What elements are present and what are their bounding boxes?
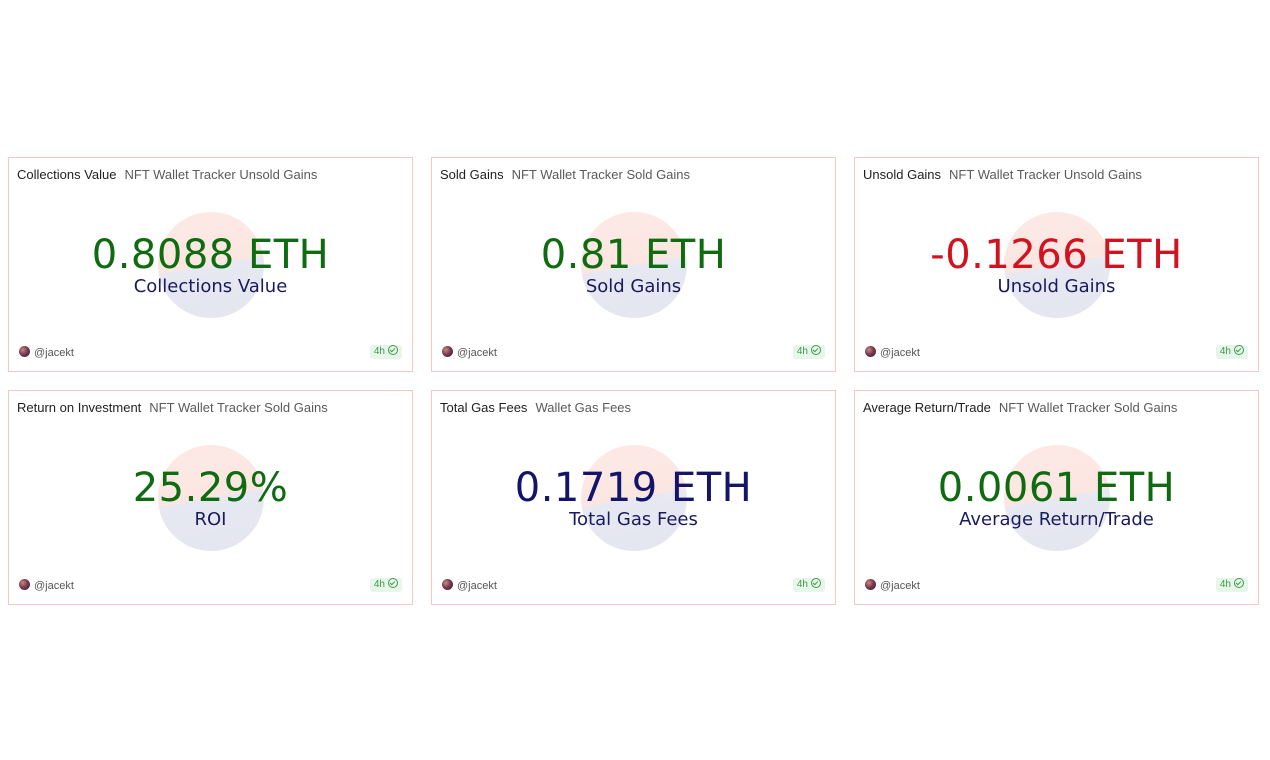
avatar (19, 346, 30, 357)
counter: 25.29% ROI (9, 465, 412, 531)
author-name: @jacekt (880, 347, 920, 359)
counter-value: -0.1266 ETH (930, 232, 1183, 278)
counter: 0.1719 ETH Total Gas Fees (432, 465, 835, 531)
card-footer: @jacekt 4h (19, 345, 402, 361)
card-footer: @jacekt 4h (442, 345, 825, 361)
author-name: @jacekt (34, 580, 74, 592)
counter-value: 0.81 ETH (540, 232, 727, 278)
counter-card-unsold-gains: Unsold Gains NFT Wallet Tracker Unsold Ga… (854, 157, 1259, 372)
card-footer: @jacekt 4h (865, 345, 1248, 361)
card-footer: @jacekt 4h (19, 578, 402, 594)
card-title[interactable]: Average Return/Trade (863, 400, 991, 415)
refresh-age-badge[interactable]: 4h (1215, 345, 1248, 359)
author-link[interactable]: @jacekt (19, 578, 74, 594)
card-title[interactable]: Total Gas Fees (440, 400, 527, 415)
card-title[interactable]: Return on Investment (17, 400, 141, 415)
refresh-age-badge[interactable]: 4h (369, 345, 402, 359)
refresh-age-badge[interactable]: 4h (369, 578, 402, 592)
check-circle-icon (1234, 345, 1244, 355)
author-name: @jacekt (880, 580, 920, 592)
refresh-age-badge[interactable]: 4h (1215, 578, 1248, 592)
counter-label: Collections Value (133, 276, 288, 297)
age-text: 4h (373, 346, 385, 357)
counter-card-roi: Return on Investment NFT Wallet Tracker S… (8, 390, 413, 605)
counter-card-collections-value: Collections Value NFT Wallet Tracker Unso… (8, 157, 413, 372)
counter-value: 25.29% (132, 465, 289, 511)
card-header: Sold Gains NFT Wallet Tracker Sold Gains (440, 167, 827, 183)
avatar (19, 579, 30, 590)
card-title[interactable]: Collections Value (17, 167, 116, 182)
counter-label: ROI (194, 509, 227, 530)
counter-value: 0.1719 ETH (514, 465, 753, 511)
counter-card-sold-gains: Sold Gains NFT Wallet Tracker Sold Gains … (431, 157, 836, 372)
check-circle-icon (811, 578, 821, 588)
avatar (442, 346, 453, 357)
card-subtitle[interactable]: NFT Wallet Tracker Sold Gains (149, 400, 327, 415)
card-footer: @jacekt 4h (442, 578, 825, 594)
card-header: Average Return/Trade NFT Wallet Tracker S… (863, 400, 1250, 416)
counter-card-total-gas-fees: Total Gas Fees Wallet Gas Fees 0.1719 ETH… (431, 390, 836, 605)
counter-card-average-return-trade: Average Return/Trade NFT Wallet Tracker S… (854, 390, 1259, 605)
card-title[interactable]: Unsold Gains (863, 167, 941, 182)
avatar (865, 346, 876, 357)
check-circle-icon (388, 578, 398, 588)
card-subtitle[interactable]: NFT Wallet Tracker Sold Gains (512, 167, 690, 182)
card-subtitle[interactable]: NFT Wallet Tracker Unsold Gains (124, 167, 317, 182)
counter: 0.81 ETH Sold Gains (432, 232, 835, 298)
counter-label: Sold Gains (585, 276, 682, 297)
age-text: 4h (796, 346, 808, 357)
counter-label: Unsold Gains (997, 276, 1116, 297)
counter-label: Average Return/Trade (959, 509, 1154, 530)
avatar (442, 579, 453, 590)
card-subtitle[interactable]: NFT Wallet Tracker Sold Gains (999, 400, 1177, 415)
author-name: @jacekt (457, 580, 497, 592)
age-text: 4h (796, 579, 808, 590)
check-circle-icon (811, 345, 821, 355)
counter: 0.8088 ETH Collections Value (9, 232, 412, 298)
card-header: Total Gas Fees Wallet Gas Fees (440, 400, 827, 416)
counter: 0.0061 ETH Average Return/Trade (855, 465, 1258, 531)
card-subtitle[interactable]: Wallet Gas Fees (535, 400, 631, 415)
card-subtitle[interactable]: NFT Wallet Tracker Unsold Gains (949, 167, 1142, 182)
author-name: @jacekt (457, 347, 497, 359)
check-circle-icon (388, 345, 398, 355)
author-link[interactable]: @jacekt (865, 345, 920, 361)
dashboard-grid: Collections Value NFT Wallet Tracker Unso… (8, 157, 1259, 605)
counter: -0.1266 ETH Unsold Gains (855, 232, 1258, 298)
age-text: 4h (1219, 579, 1231, 590)
author-link[interactable]: @jacekt (442, 578, 497, 594)
card-footer: @jacekt 4h (865, 578, 1248, 594)
avatar (865, 579, 876, 590)
card-header: Return on Investment NFT Wallet Tracker S… (17, 400, 404, 416)
author-link[interactable]: @jacekt (19, 345, 74, 361)
age-text: 4h (1219, 346, 1231, 357)
counter-label: Total Gas Fees (569, 509, 698, 530)
author-link[interactable]: @jacekt (865, 578, 920, 594)
card-title[interactable]: Sold Gains (440, 167, 504, 182)
card-header: Unsold Gains NFT Wallet Tracker Unsold Ga… (863, 167, 1250, 183)
refresh-age-badge[interactable]: 4h (792, 345, 825, 359)
refresh-age-badge[interactable]: 4h (792, 578, 825, 592)
counter-value: 0.0061 ETH (937, 465, 1176, 511)
author-name: @jacekt (34, 347, 74, 359)
age-text: 4h (373, 579, 385, 590)
card-header: Collections Value NFT Wallet Tracker Unso… (17, 167, 404, 183)
counter-value: 0.8088 ETH (91, 232, 330, 278)
author-link[interactable]: @jacekt (442, 345, 497, 361)
check-circle-icon (1234, 578, 1244, 588)
